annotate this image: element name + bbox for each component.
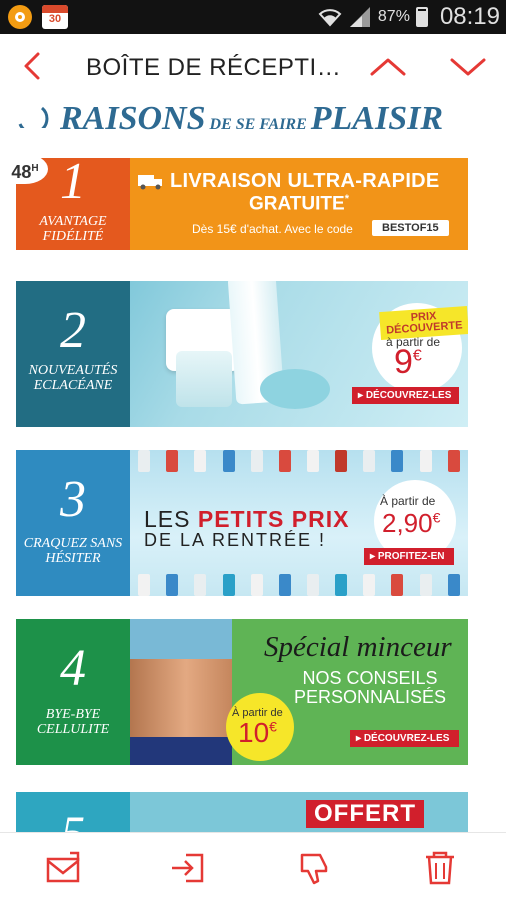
arc-icon: [18, 106, 49, 128]
price: 10€: [238, 717, 277, 748]
battery-percent: 87%: [377, 8, 410, 25]
promo-headline: LIVRAISON ULTRA-RAPIDE: [170, 170, 440, 192]
promo-label: CRAQUEZ SANS HÉSITER: [23, 536, 123, 566]
discover-button[interactable]: ▸ DÉCOUVREZ-LES: [352, 387, 460, 404]
battery-icon: [415, 7, 428, 27]
product-shelf-top: [130, 450, 468, 472]
truck-icon: [138, 175, 162, 190]
wifi-icon: [318, 9, 342, 27]
promo-subheadline: DE LA RENTRÉE !: [144, 530, 327, 550]
price: 2,90€: [382, 508, 441, 538]
reply-all-mail-icon[interactable]: [44, 849, 84, 887]
body-photo: [130, 619, 232, 765]
promo-banner-1[interactable]: 1 AVANTAGE FIDÉLITÉ LIVRAISON ULTRA-RAPI…: [16, 158, 468, 250]
promo-banner-5[interactable]: 5 OFFERT: [16, 792, 468, 832]
promo-banner-3[interactable]: 3 CRAQUEZ SANS HÉSITER LES PETITS PRIX D…: [16, 450, 468, 596]
heading-part2: DE SE FAIRE: [209, 116, 307, 133]
promo-panel-4: 4 BYE-BYE CELLULITE: [16, 619, 130, 765]
status-bar: 30 87% 08:19: [0, 0, 506, 34]
offer-tag: OFFERT: [306, 800, 424, 828]
clock: 08:19: [439, 3, 500, 30]
promo-label: BYE-BYE CELLULITE: [36, 707, 110, 737]
promo-banner-4[interactable]: 4 BYE-BYE CELLULITE Spécial minceur NOS …: [16, 619, 468, 765]
chevron-left-icon[interactable]: [16, 48, 48, 84]
discover-button[interactable]: ▸ DÉCOUVREZ-LES: [350, 730, 460, 747]
calendar-icon: 30: [42, 5, 68, 29]
promo-headline: LES PETITS PRIX: [144, 506, 350, 532]
bottom-action-bar: [0, 832, 506, 901]
promo-panel-3: 3 CRAQUEZ SANS HÉSITER: [16, 450, 130, 596]
promo-condition: Dès 15€ d'achat. Avec le code: [192, 222, 353, 236]
newsletter-heading: RAISONS DE SE FAIRE PLAISIR: [18, 100, 444, 137]
calendar-day: 30: [48, 13, 62, 25]
app-circle-icon: [8, 5, 32, 29]
promo-banner-2[interactable]: 2 NOUVEAUTÉS ECLACÉANE PRIX DÉCOUVERTE à…: [16, 281, 468, 427]
promo-panel-2: 2 NOUVEAUTÉS ECLACÉANE: [16, 281, 130, 427]
product-shelf-bottom: [130, 574, 468, 596]
profit-button[interactable]: ▸ PROFITEZ-EN: [364, 548, 455, 565]
message-body[interactable]: RAISONS DE SE FAIRE PLAISIR 1 AVANTAGE F…: [0, 100, 506, 832]
promo-number: 3: [60, 471, 86, 528]
app-header: BOÎTE DE RÉCEPTI…: [0, 34, 506, 101]
promo-code: BESTOF15: [372, 220, 449, 236]
promo-number: 5: [16, 806, 130, 832]
heading-part1: RAISONS: [60, 100, 206, 137]
signal-icon: [349, 7, 370, 27]
promo-label: AVANTAGE FIDÉLITÉ: [39, 214, 107, 244]
promo-headline: Spécial minceur: [264, 631, 452, 663]
price-from: À partir de: [380, 494, 436, 508]
promo-subheadline: NOS CONSEILS PERSONNALISÉS: [294, 668, 447, 707]
48h-badge: 48H: [2, 154, 48, 184]
thumbs-down-icon[interactable]: [296, 849, 336, 887]
heading-part3: PLAISIR: [310, 100, 444, 137]
promo-label: NOUVEAUTÉS ECLACÉANE: [28, 363, 118, 393]
move-to-icon[interactable]: [168, 849, 208, 887]
promo-number: 4: [60, 640, 86, 697]
trash-icon[interactable]: [420, 849, 460, 887]
promo-number: 2: [60, 302, 86, 359]
price: 9€: [394, 343, 422, 381]
chevron-up-icon[interactable]: [368, 52, 408, 82]
product-cream-image: [176, 351, 232, 407]
promo-subheadline: GRATUITE*: [249, 193, 349, 215]
chevron-down-icon[interactable]: [448, 52, 488, 82]
folder-title[interactable]: BOÎTE DE RÉCEPTI…: [86, 54, 341, 82]
product-pad-image: [260, 369, 330, 409]
